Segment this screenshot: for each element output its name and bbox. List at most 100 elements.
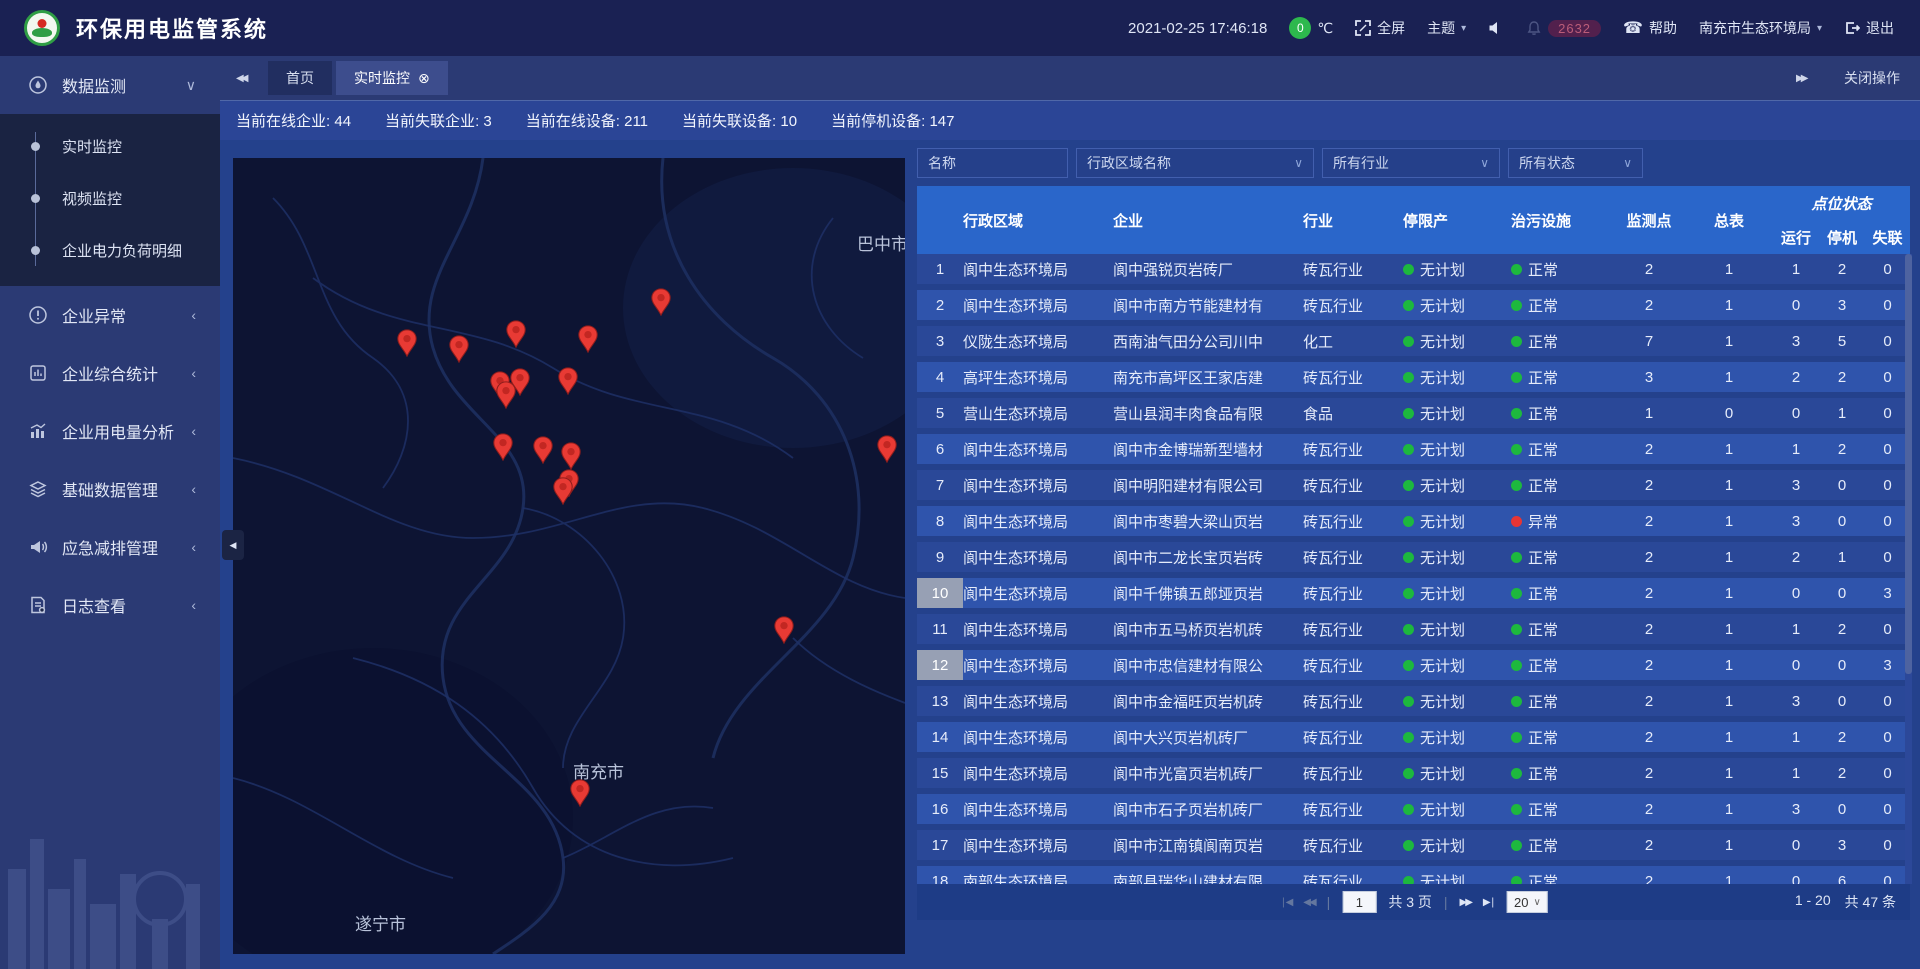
- map-collapse-button[interactable]: ◀: [222, 530, 244, 560]
- cell-region: 高坪生态环境局: [963, 362, 1113, 392]
- limit-status-dot: [1403, 696, 1414, 707]
- cell-region: 阆中生态环境局: [963, 830, 1113, 860]
- table-row[interactable]: 11 阆中生态环境局 阆中市五马桥页岩机砖 砖瓦行业 无计划 正常 2 1 1 …: [917, 614, 1910, 644]
- scrollbar-thumb[interactable]: [1905, 254, 1912, 674]
- cell-monitor-points: 2: [1613, 470, 1685, 500]
- close-operations-button[interactable]: 关闭操作: [1844, 68, 1900, 88]
- cell-lost: 0: [1865, 830, 1910, 860]
- table-row[interactable]: 18 南部生态环境局 南部县瑞华山建材有限 砖瓦行业 无计划 正常 2 1 0 …: [917, 866, 1910, 884]
- table-row[interactable]: 14 阆中生态环境局 阆中大兴页岩机砖厂 砖瓦行业 无计划 正常 2 1 1 2…: [917, 722, 1910, 752]
- table-row[interactable]: 10 阆中生态环境局 阆中千佛镇五郎垭页岩 砖瓦行业 无计划 正常 2 1 0 …: [917, 578, 1910, 608]
- facility-status-dot: [1511, 372, 1522, 383]
- cell-production-limit: 无计划: [1403, 578, 1511, 608]
- cell-stopped: 2: [1819, 758, 1865, 788]
- table-row[interactable]: 13 阆中生态环境局 阆中市金福旺页岩机砖 砖瓦行业 无计划 正常 2 1 3 …: [917, 686, 1910, 716]
- cell-pollution-facility: 正常: [1511, 758, 1613, 788]
- cell-industry: 砖瓦行业: [1303, 794, 1403, 824]
- chevron-collapsed-icon: ‹: [191, 423, 196, 439]
- facility-status-dot: [1511, 264, 1522, 275]
- sidebar-item-data-monitoring[interactable]: 数据监测 ∨: [0, 56, 220, 114]
- facility-status-dot: [1511, 516, 1522, 527]
- table-row[interactable]: 15 阆中生态环境局 阆中市光富页岩机砖厂 砖瓦行业 无计划 正常 2 1 1 …: [917, 758, 1910, 788]
- cell-monitor-points: 3: [1613, 362, 1685, 392]
- name-filter-input[interactable]: [928, 155, 1057, 171]
- notifications[interactable]: 2632: [1526, 20, 1601, 37]
- tab-realtime-monitor[interactable]: 实时监控 ⊗: [336, 61, 448, 95]
- stat-item: 当前失联设备: 10: [682, 110, 797, 131]
- cell-industry: 砖瓦行业: [1303, 290, 1403, 320]
- mute-button[interactable]: [1488, 20, 1504, 36]
- cell-lost: 3: [1865, 578, 1910, 608]
- cell-region: 阆中生态环境局: [963, 470, 1113, 500]
- gauge-drop-icon: [28, 75, 48, 95]
- table-row[interactable]: 17 阆中生态环境局 阆中市江南镇阆南页岩 砖瓦行业 无计划 正常 2 1 0 …: [917, 830, 1910, 860]
- logout-button[interactable]: 退出: [1844, 18, 1894, 38]
- cell-company: 南部县瑞华山建材有限: [1113, 866, 1303, 884]
- help-button[interactable]: ☎ 帮助: [1623, 18, 1677, 38]
- next-page-button[interactable]: ▶▶: [1460, 897, 1471, 908]
- filter-bar: 行政区域名称 ∨ 所有行业 ∨ 所有状态 ∨: [917, 148, 1910, 178]
- cell-monitor-points: 2: [1613, 290, 1685, 320]
- cell-total-meters: 1: [1685, 866, 1773, 884]
- cell-stopped: 2: [1819, 722, 1865, 752]
- cell-region: 阆中生态环境局: [963, 290, 1113, 320]
- first-page-button[interactable]: ❘◀: [1279, 897, 1291, 908]
- sidebar-item-realtime-monitor[interactable]: 实时监控: [0, 120, 220, 172]
- cell-rank: 18: [917, 866, 963, 884]
- sidebar-item-log-view[interactable]: 日志查看 ‹: [0, 576, 220, 634]
- org-dropdown[interactable]: 南充市生态环境局 ▾: [1699, 18, 1822, 38]
- fullscreen-button[interactable]: 全屏: [1355, 18, 1405, 38]
- table-row[interactable]: 1 阆中生态环境局 阆中强锐页岩砖厂 砖瓦行业 无计划 正常 2 1 1 2 0: [917, 254, 1910, 284]
- tabs-scroll-right-button[interactable]: ▶▶: [1796, 73, 1818, 84]
- tabs-scroll-left-button[interactable]: ◀◀: [236, 73, 258, 84]
- cell-monitor-points: 1: [1613, 398, 1685, 428]
- table-row[interactable]: 12 阆中生态环境局 阆中市忠信建材有限公 砖瓦行业 无计划 正常 2 1 0 …: [917, 650, 1910, 680]
- sidebar-item-emergency-reduction[interactable]: 应急减排管理 ‹: [0, 518, 220, 576]
- table-row[interactable]: 7 阆中生态环境局 阆中明阳建材有限公司 砖瓦行业 无计划 正常 2 1 3 0…: [917, 470, 1910, 500]
- table-row[interactable]: 2 阆中生态环境局 阆中市南方节能建材有 砖瓦行业 无计划 正常 2 1 0 3…: [917, 290, 1910, 320]
- sidebar-item-video-monitor[interactable]: 视频监控: [0, 172, 220, 224]
- limit-status-dot: [1403, 516, 1414, 527]
- sidebar-item-base-data[interactable]: 基础数据管理 ‹: [0, 460, 220, 518]
- theme-dropdown[interactable]: 主题 ▾: [1427, 18, 1466, 38]
- table-scrollbar[interactable]: [1905, 254, 1912, 884]
- prev-page-button[interactable]: ◀◀: [1303, 897, 1314, 908]
- region-filter-select[interactable]: 行政区域名称 ∨: [1076, 148, 1314, 178]
- cell-production-limit: 无计划: [1403, 290, 1511, 320]
- table-row[interactable]: 16 阆中生态环境局 阆中市石子页岩机砖厂 砖瓦行业 无计划 正常 2 1 3 …: [917, 794, 1910, 824]
- table-row[interactable]: 8 阆中生态环境局 阆中市枣碧大梁山页岩 砖瓦行业 无计划 异常 2 1 3 0…: [917, 506, 1910, 536]
- table-row[interactable]: 5 营山生态环境局 营山县润丰肉食品有限 食品 无计划 正常 1 0 0 1 0: [917, 398, 1910, 428]
- map-panel[interactable]: 巴中市南充市遂宁市: [233, 158, 905, 954]
- cell-industry: 砖瓦行业: [1303, 578, 1403, 608]
- cell-industry: 砖瓦行业: [1303, 650, 1403, 680]
- cell-rank: 7: [917, 470, 963, 500]
- bar-chart-icon: [28, 421, 48, 441]
- limit-status-dot: [1403, 408, 1414, 419]
- facility-status-dot: [1511, 696, 1522, 707]
- cell-pollution-facility: 正常: [1511, 686, 1613, 716]
- table-row[interactable]: 3 仪陇生态环境局 西南油气田分公司川中 化工 无计划 正常 7 1 3 5 0: [917, 326, 1910, 356]
- cell-total-meters: 1: [1685, 686, 1773, 716]
- sidebar-item-enterprise-statistics[interactable]: 企业综合统计 ‹: [0, 344, 220, 402]
- page-size-select[interactable]: 20 ∨: [1507, 891, 1548, 913]
- table-row[interactable]: 4 高坪生态环境局 南充市高坪区王家店建 砖瓦行业 无计划 正常 3 1 2 2…: [917, 362, 1910, 392]
- limit-status-dot: [1403, 552, 1414, 563]
- cell-production-limit: 无计划: [1403, 650, 1511, 680]
- cell-company: 西南油气田分公司川中: [1113, 326, 1303, 356]
- tab-home[interactable]: 首页: [268, 61, 332, 95]
- industry-filter-select[interactable]: 所有行业 ∨: [1322, 148, 1500, 178]
- limit-status-dot: [1403, 876, 1414, 885]
- chevron-collapsed-icon: ‹: [191, 365, 196, 381]
- sidebar-item-enterprise-abnormal[interactable]: 企业异常 ‹: [0, 286, 220, 344]
- cell-running: 1: [1773, 758, 1819, 788]
- status-filter-select[interactable]: 所有状态 ∨: [1508, 148, 1643, 178]
- sidebar-item-power-load-detail[interactable]: 企业电力负荷明细: [0, 224, 220, 276]
- col-industry: 行业: [1303, 186, 1403, 254]
- table-row[interactable]: 6 阆中生态环境局 阆中市金博瑞新型墙材 砖瓦行业 无计划 正常 2 1 1 2…: [917, 434, 1910, 464]
- close-tab-icon[interactable]: ⊗: [418, 70, 430, 87]
- page-number-input[interactable]: [1342, 891, 1376, 913]
- table-row[interactable]: 9 阆中生态环境局 阆中市二龙长宝页岩砖 砖瓦行业 无计划 正常 2 1 2 1…: [917, 542, 1910, 572]
- sidebar-item-power-analysis[interactable]: 企业用电量分析 ‹: [0, 402, 220, 460]
- cell-production-limit: 无计划: [1403, 326, 1511, 356]
- last-page-button[interactable]: ▶❘: [1483, 897, 1495, 908]
